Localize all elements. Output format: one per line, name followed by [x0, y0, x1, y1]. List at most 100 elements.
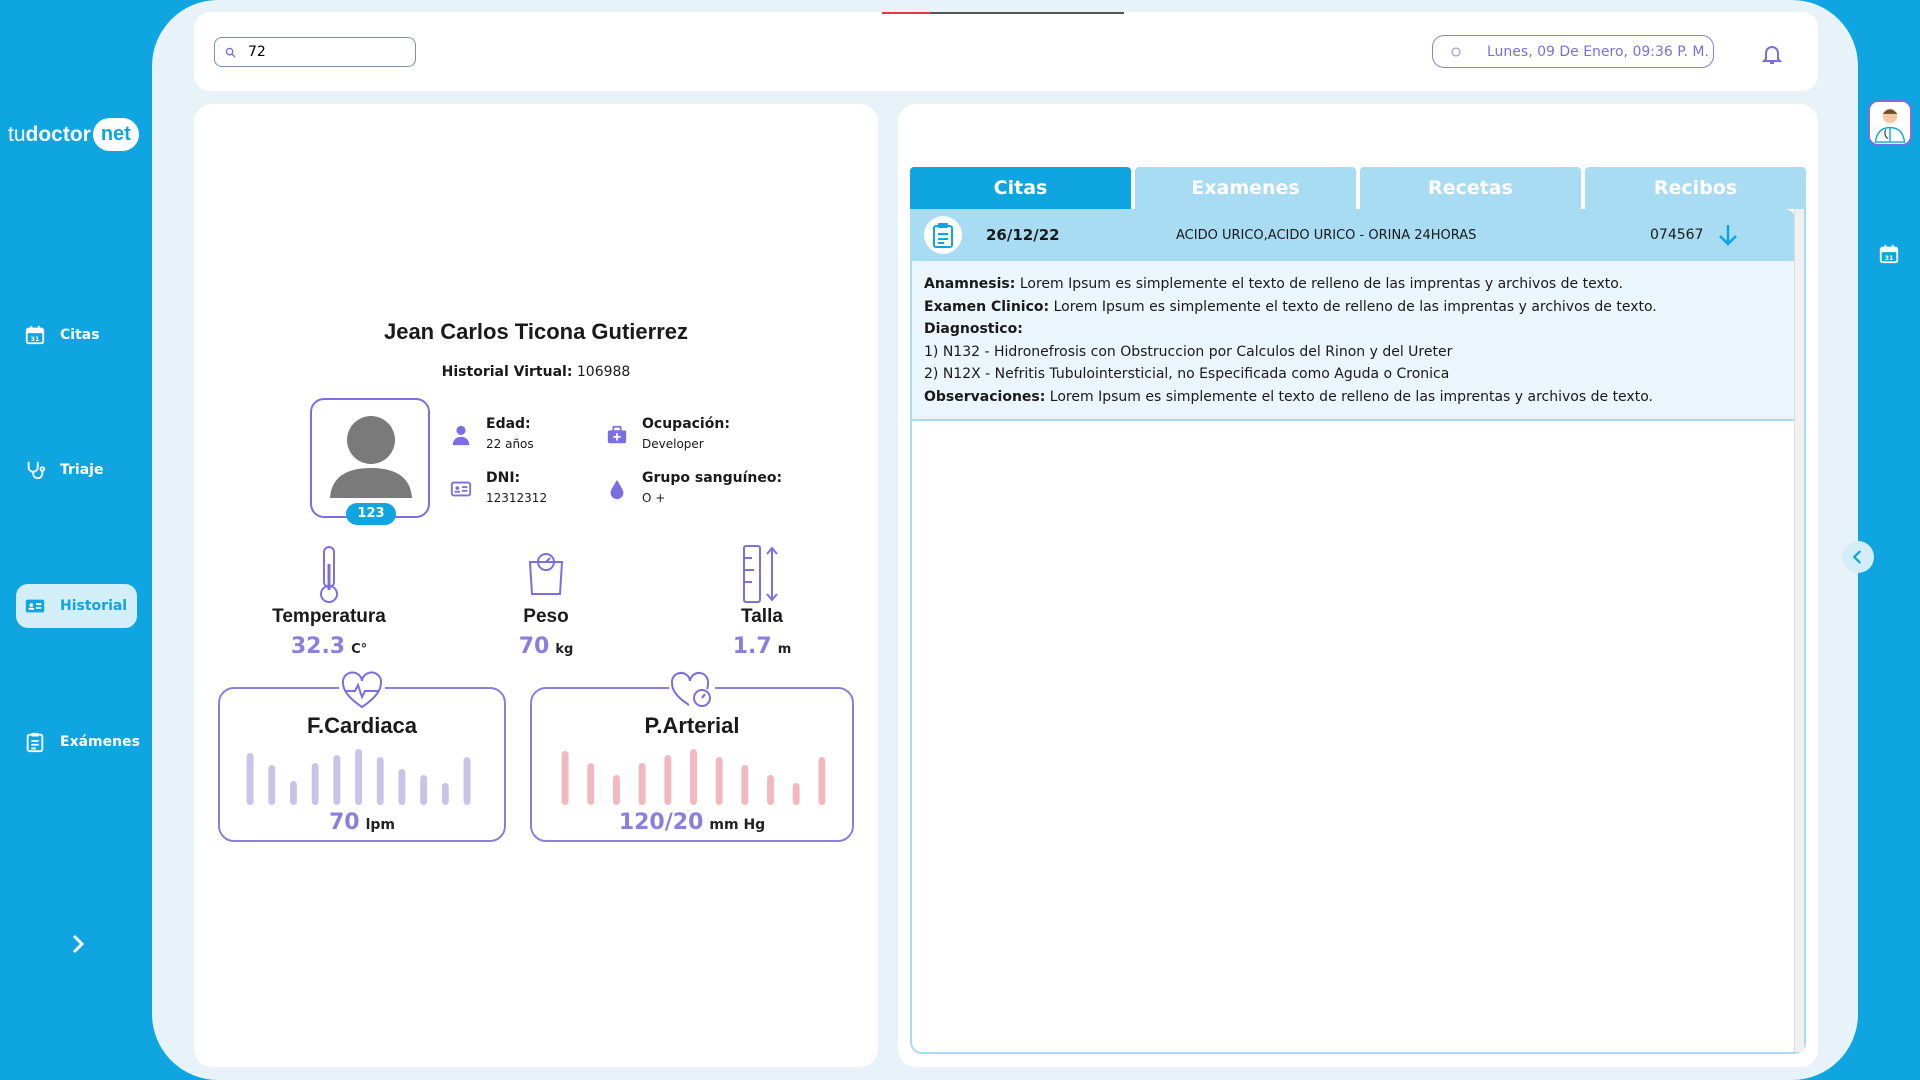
arrow-down-icon[interactable]: [1717, 223, 1739, 247]
sparkline-bar: [587, 763, 595, 805]
blood-pressure-reading: 120/20 mm Hg: [532, 810, 852, 835]
svg-text:31: 31: [1885, 254, 1894, 262]
dni-info: DNI: 12312312: [450, 470, 547, 505]
exam-label: Examen Clinico:: [924, 298, 1050, 315]
logo-text-net: net: [92, 118, 139, 151]
blood-pressure-title: P.Arterial: [644, 713, 740, 738]
blood-pressure-unit: mm Hg: [709, 817, 766, 833]
tab-recetas[interactable]: Recetas: [1360, 167, 1581, 209]
brand-logo[interactable]: tu doctor net: [8, 118, 139, 151]
stethoscope-icon: [27, 461, 46, 480]
heart-rate-reading: 70 lpm: [220, 810, 504, 835]
patient-name: Jean Carlos Ticona Gutierrez: [383, 319, 689, 344]
sparkline-bar: [818, 757, 826, 805]
exam-text: Lorem Ipsum es simplemente el texto de r…: [1053, 298, 1657, 315]
observations-line: Observaciones: Lorem Ipsum es simplement…: [924, 386, 1784, 409]
search-input[interactable]: [248, 44, 398, 60]
sparkline-bar: [690, 749, 697, 805]
patient-badge: 123: [346, 503, 396, 525]
chevron-right-icon[interactable]: [66, 932, 90, 956]
anamnesis-line: Anamnesis: Lorem Ipsum es simplemente el…: [924, 273, 1784, 296]
heart-rate-value: 70: [328, 810, 360, 835]
sidebar-item-label: Triaje: [60, 462, 104, 478]
calendar-icon: 31: [25, 325, 45, 345]
record-header[interactable]: 26/12/22 ACIDO URICO,ACIDO URICO - ORINA…: [912, 209, 1796, 261]
temperature-label: Temperatura: [272, 606, 386, 627]
height-ruler-icon: [743, 545, 778, 603]
sparkline-bar: [355, 749, 362, 805]
weight-reading: 70 kg: [466, 634, 626, 659]
observations-text: Lorem Ipsum es simplemente el texto de r…: [1049, 388, 1653, 405]
blood-type-info: Grupo sanguíneo: O +: [606, 470, 782, 505]
sidebar-item-label: Historial: [60, 598, 128, 614]
sidebar-item-triaje[interactable]: Triaje: [16, 448, 137, 492]
heart-rate-card: F.Cardiaca 70 lpm: [218, 671, 506, 842]
sparkline-bar: [638, 763, 646, 805]
occupation-info: Ocupación: Developer: [606, 416, 730, 451]
blood-value: O +: [642, 491, 666, 505]
temperature-value: 32.3: [290, 634, 346, 659]
sparkline-bar: [715, 757, 723, 805]
top-bar: Lunes, 09 De Enero, 09:36 P. M.: [194, 12, 1818, 91]
records-tabs: Citas Examenes Recetas Recibos: [910, 167, 1806, 209]
thermometer-icon: [320, 546, 338, 603]
chevron-left-icon: [1852, 550, 1862, 564]
sparkline-bar: [376, 757, 384, 805]
occupation-value: Developer: [642, 437, 704, 451]
sparkline-bar: [311, 763, 319, 805]
patient-panel: Jean Carlos Ticona Gutierrez Historial V…: [194, 104, 878, 1067]
history-number: 106988: [576, 364, 631, 380]
weight-label: Peso: [523, 606, 569, 627]
doctor-avatar[interactable]: [1868, 100, 1912, 146]
id-card-icon: [450, 481, 472, 497]
bell-icon[interactable]: [1760, 42, 1784, 66]
sparkline-bar: [463, 757, 471, 805]
heart-pulse-icon: [339, 671, 385, 711]
user-silhouette-icon: [330, 416, 412, 498]
search-box[interactable]: [214, 37, 416, 67]
diagnosis-line: Diagnostico:: [924, 318, 1784, 341]
diagnosis-label: Diagnostico:: [924, 321, 1023, 337]
record-details: Anamnesis: Lorem Ipsum es simplemente el…: [912, 261, 1796, 421]
patient-avatar[interactable]: [310, 398, 430, 518]
age-label: Edad:: [486, 416, 531, 432]
height-value: 1.7: [732, 634, 772, 659]
history-label: Historial Virtual:: [441, 364, 573, 380]
blood-drop-icon: [610, 479, 624, 500]
weight-value: 70: [518, 634, 550, 659]
patient-history: Historial Virtual: 106988: [194, 364, 878, 380]
record-description: ACIDO URICO,ACIDO URICO - ORINA 24HORAS: [1176, 227, 1477, 243]
tab-recibos[interactable]: Recibos: [1585, 167, 1806, 209]
collapse-panel-button[interactable]: [1842, 541, 1874, 573]
sparkline-bar: [441, 783, 449, 805]
dni-value: 12312312: [486, 491, 548, 505]
sidebar-item-examenes[interactable]: Exámenes: [16, 720, 140, 764]
sparkline-bar: [792, 783, 800, 805]
sidebar: tu doctor net 31 Citas Triaje Historial Ex…: [0, 0, 152, 1080]
sparkline-bar: [612, 775, 620, 805]
heart-rate-title: F.Cardiaca: [306, 713, 418, 738]
doctor-icon: [1874, 108, 1906, 143]
calendar-icon[interactable]: 31: [1878, 243, 1900, 265]
blood-pressure-bars: [561, 749, 826, 805]
sidebar-item-citas[interactable]: 31 Citas: [16, 313, 137, 357]
tab-examenes[interactable]: Examenes: [1135, 167, 1356, 209]
records-panel: Citas Examenes Recetas Recibos 26/12/22 …: [898, 104, 1818, 1067]
sparkline-bar: [664, 755, 672, 805]
heart-rate-unit: lpm: [365, 817, 396, 833]
scrollbar[interactable]: [1794, 209, 1804, 1052]
logo-text-tu: tu: [8, 122, 26, 146]
sidebar-item-historial[interactable]: Historial: [16, 584, 137, 628]
sidebar-item-label: Exámenes: [60, 734, 140, 750]
weight-unit: kg: [555, 642, 574, 657]
records-list[interactable]: 26/12/22 ACIDO URICO,ACIDO URICO - ORINA…: [910, 209, 1806, 1054]
record-icon-wrap: [924, 216, 962, 254]
occupation-label: Ocupación:: [642, 416, 730, 432]
sparkline-bar: [246, 753, 254, 805]
exam-line: Examen Clinico: Lorem Ipsum es simplemen…: [924, 296, 1784, 319]
diagnosis-item: 1) N132 - Hidronefrosis con Obstruccion …: [924, 343, 1453, 360]
id-card-icon: [25, 599, 45, 613]
tab-citas[interactable]: Citas: [910, 167, 1131, 209]
dni-label: DNI:: [486, 470, 521, 486]
height-reading: 1.7 m: [682, 634, 842, 659]
